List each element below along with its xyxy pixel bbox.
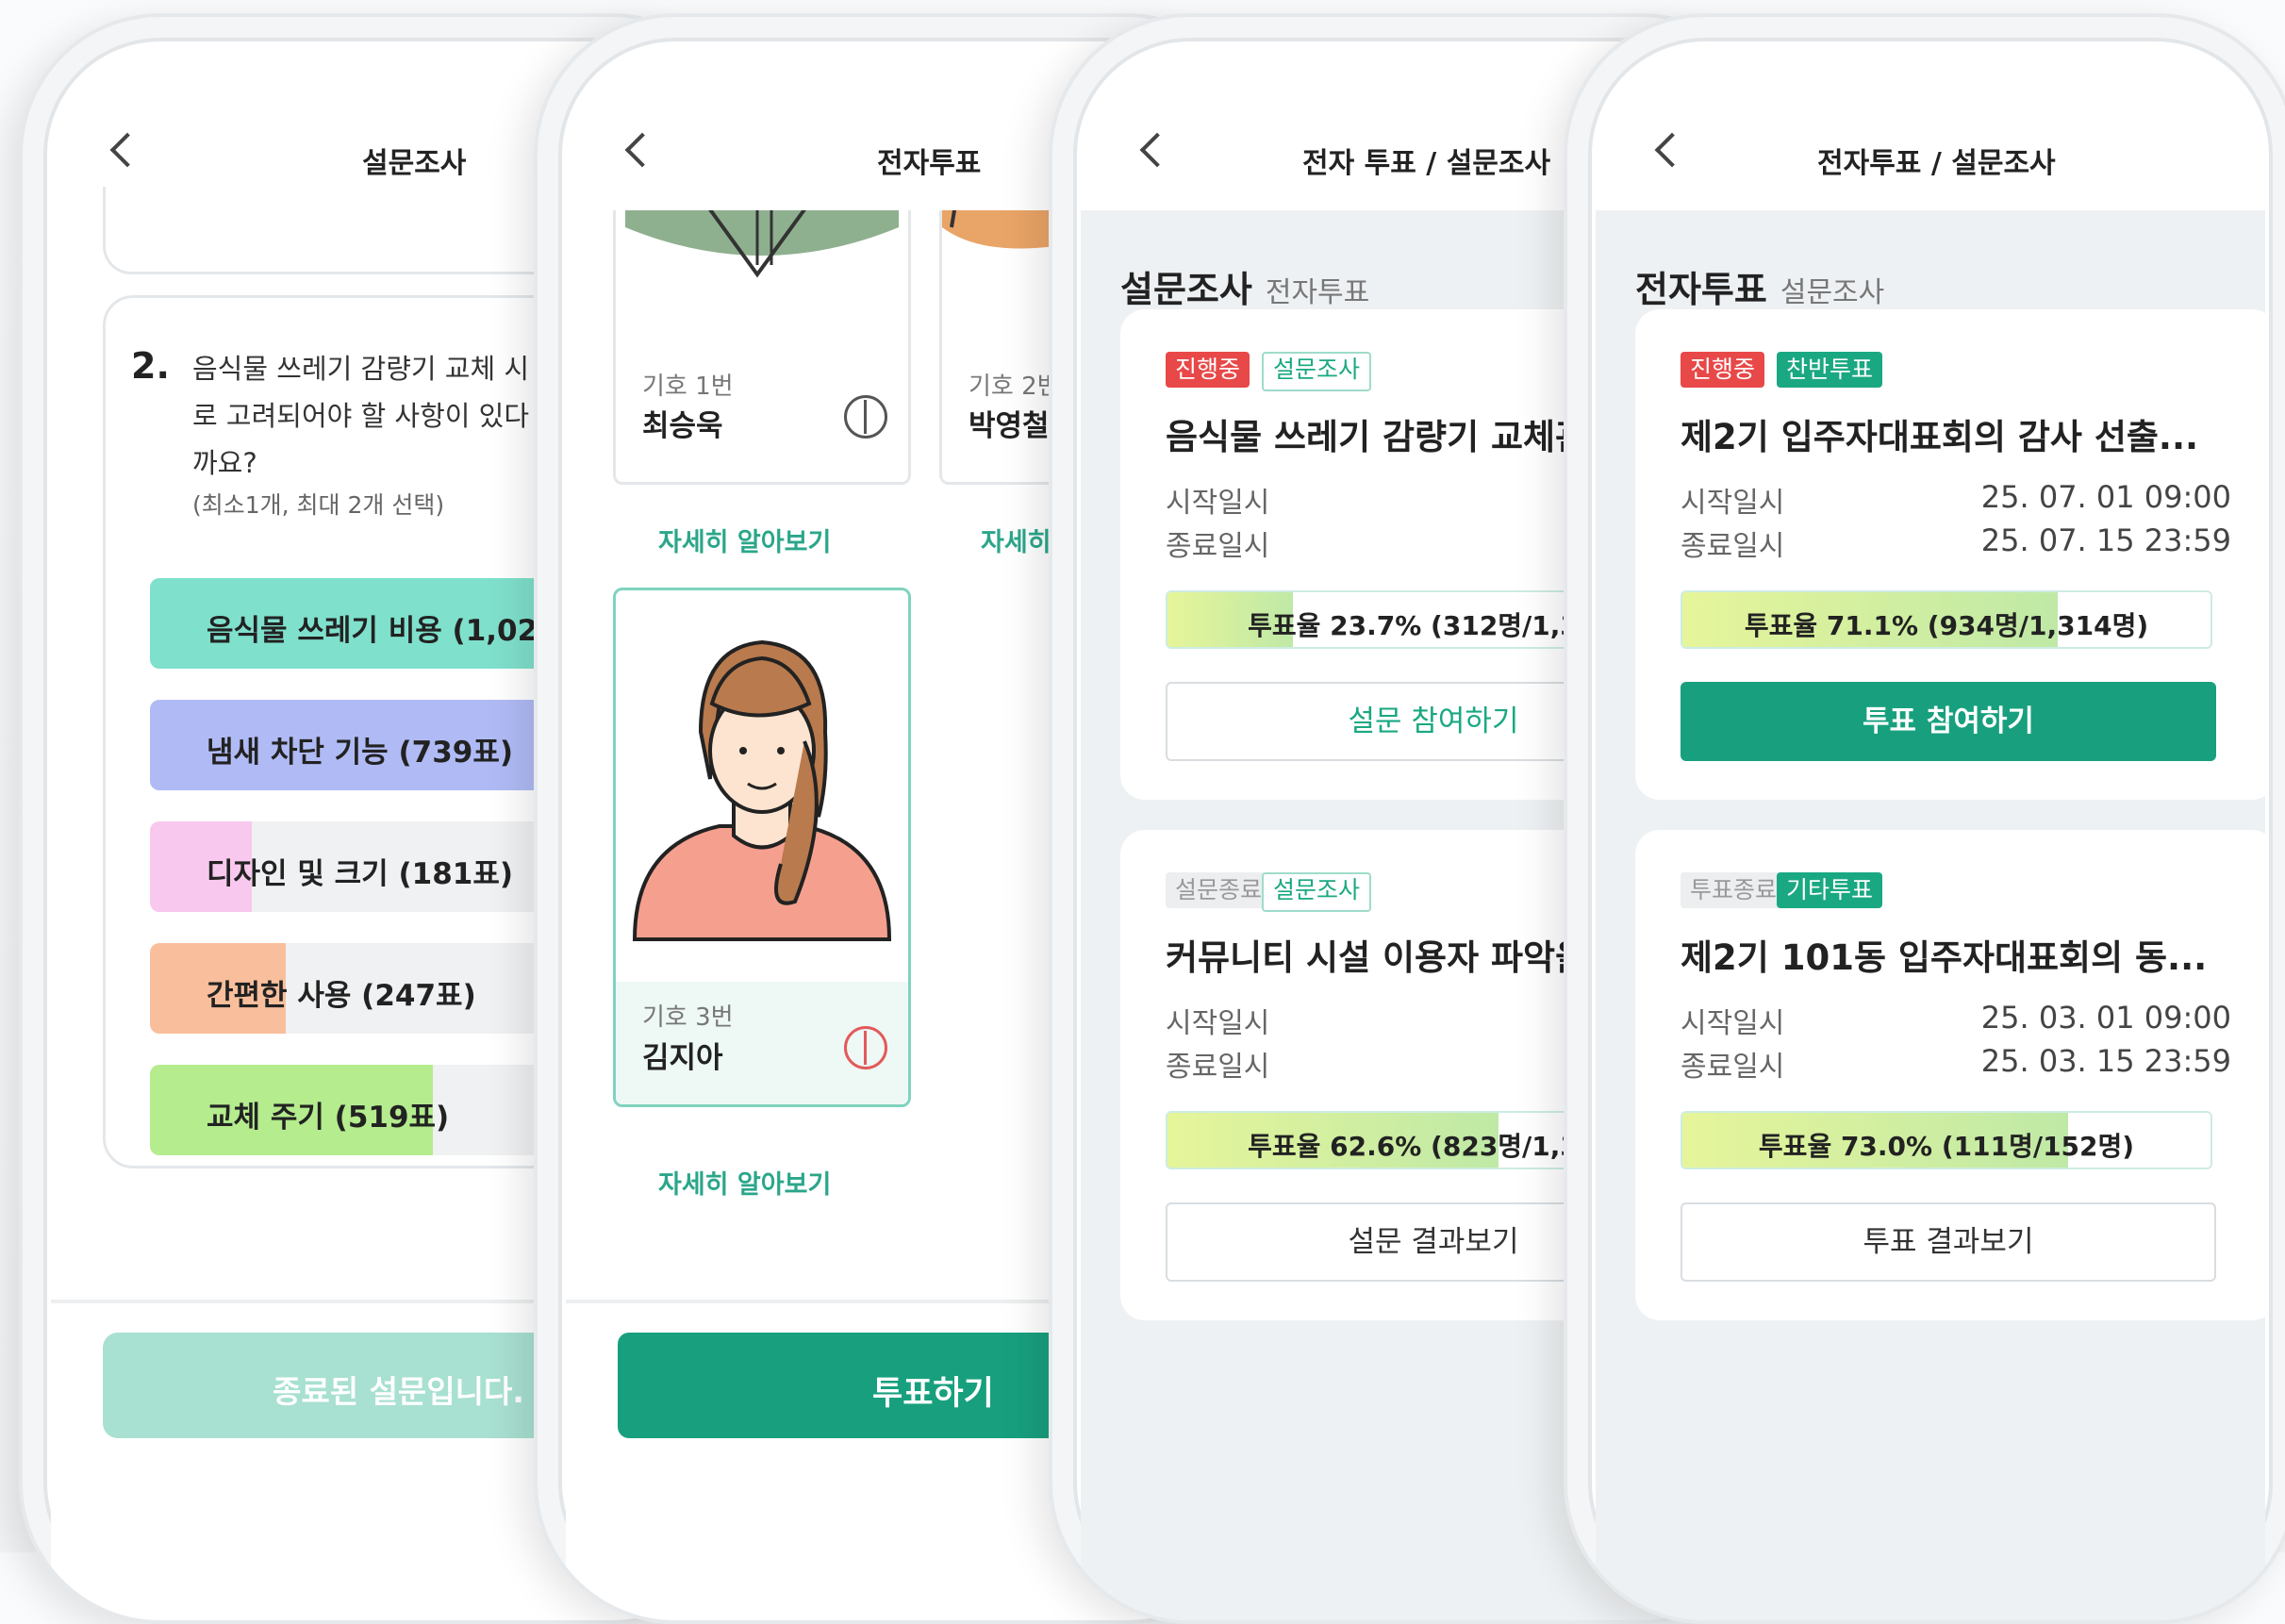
status-badge: 설문종료	[1166, 872, 1272, 908]
start-label: 시작일시	[1681, 1007, 1785, 1040]
end-label: 종료일시	[1681, 530, 1785, 563]
option-label: 디자인 및 크기 (181표)	[207, 857, 514, 891]
start-label: 시작일시	[1166, 1007, 1270, 1040]
learn-more-link[interactable]: 자세히	[981, 522, 1051, 558]
chevron-left-icon[interactable]	[109, 132, 145, 168]
action-button[interactable]: 투표 참여하기	[1681, 682, 2216, 761]
candidate-number: 기호 2번	[969, 373, 1060, 401]
poll-card[interactable]: 진행중 찬반투표제2기 입주자대표회의 감사 선출... 시작일시 25. 07. 0…	[1635, 309, 2265, 800]
end-label: 종료일시	[1166, 530, 1270, 563]
type-badge: 기타투표	[1777, 872, 1883, 908]
start-label: 시작일시	[1166, 487, 1270, 520]
chevron-left-icon[interactable]	[1654, 132, 1690, 168]
end-label: 종료일시	[1166, 1051, 1270, 1084]
tab-survey[interactable]: 설문조사	[1120, 269, 1252, 310]
candidate-number: 기호 1번	[642, 373, 734, 401]
nav-bar: 전자투표 / 설문조사	[1596, 45, 2265, 210]
question-text: 음식물 쓰레기 감량기 교체 시	[192, 353, 530, 385]
turnout-bar: 투표율 73.0% (111명/152명)	[1681, 1111, 2212, 1169]
question-text: 로 고려되어야 할 사항이 있다	[192, 400, 530, 432]
candidate-portrait	[632, 639, 892, 941]
button-label: 투표하기	[872, 1375, 994, 1413]
chevron-left-icon[interactable]	[1139, 132, 1175, 168]
poll-title: 제2기 101동 입주자대표회의 동...	[1681, 937, 2208, 978]
option-label: 냄새 차단 기능 (739표)	[207, 736, 514, 770]
poll-title: 제2기 입주자대표회의 감사 선출...	[1681, 417, 2199, 457]
start-label: 시작일시	[1681, 487, 1785, 520]
tab-e-vote[interactable]: 전자투표	[1266, 276, 1369, 309]
page-title: 전자투표 / 설문조사	[1817, 147, 2056, 180]
learn-more-link[interactable]: 자세히 알아보기	[658, 522, 831, 558]
type-badge: 찬반투표	[1777, 352, 1883, 388]
candidate-card[interactable]: 기호 1번 최승욱	[613, 168, 911, 485]
learn-more-link[interactable]: 자세히 알아보기	[658, 1164, 831, 1201]
end-label: 종료일시	[1681, 1051, 1785, 1084]
tab-survey[interactable]: 설문조사	[1780, 276, 1884, 309]
status-badge: 투표종료	[1681, 872, 1787, 908]
action-button[interactable]: 투표 결과보기	[1681, 1202, 2216, 1282]
candidate-name: 최승욱	[642, 409, 723, 443]
end-date: 25. 03. 15 23:59	[1980, 1043, 2231, 1079]
turnout-bar: 투표율 71.1% (934명/1,314명)	[1681, 590, 2212, 649]
question-hint: (최소1개, 최대 2개 선택)	[192, 491, 445, 519]
turnout-text: 투표율 71.1% (934명/1,314명)	[1744, 610, 2149, 641]
poll-title: 커뮤니티 시설 이용자 파악을	[1166, 937, 1588, 978]
candidate-name: 김지아	[642, 1041, 723, 1075]
start-date: 25. 07. 01 09:00	[1980, 479, 2231, 515]
option-label: 간편한 사용 (247표)	[207, 979, 476, 1013]
question-number: 2.	[131, 345, 170, 387]
tab-e-vote[interactable]: 전자투표	[1635, 269, 1767, 310]
vote-stamp-icon	[844, 395, 887, 439]
end-date: 25. 07. 15 23:59	[1980, 522, 2231, 558]
start-date: 25. 03. 01 09:00	[1980, 1000, 2231, 1036]
chevron-left-icon[interactable]	[624, 132, 660, 168]
candidate-name: 박영철	[969, 409, 1050, 443]
section-header: 전자투표 설문조사	[1635, 260, 1884, 312]
phone-vote-list: 전자투표 / 설문조사 전자투표 설문조사 진행중 찬반투표제2기 입주자대표회의 …	[1564, 13, 2285, 1624]
page-title: 전자투표	[877, 147, 982, 180]
option-label: 교체 주기 (519표)	[207, 1101, 450, 1135]
poll-card[interactable]: 투표종료 기타투표제2기 101동 입주자대표회의 동... 시작일시 25. 03.…	[1635, 830, 2265, 1320]
vote-stamp-icon	[844, 1026, 887, 1069]
candidate-card-selected[interactable]: 기호 3번 김지아	[613, 588, 911, 1107]
section-header: 설문조사 전자투표	[1120, 260, 1369, 312]
turnout-text: 투표율 73.0% (111명/152명)	[1758, 1131, 2135, 1162]
candidate-number: 기호 3번	[642, 1003, 734, 1032]
vote-list-screen: 전자투표 / 설문조사 전자투표 설문조사 진행중 찬반투표제2기 입주자대표회의 …	[1596, 45, 2265, 1620]
poll-title: 음식물 쓰레기 감량기 교체관	[1166, 417, 1588, 457]
type-badge: 설문조사	[1262, 872, 1372, 912]
status-badge: 진행중	[1166, 352, 1250, 388]
page-title: 설문조사	[362, 147, 467, 180]
button-label: 종료된 설문입니다.	[273, 1373, 524, 1410]
page-title: 전자 투표 / 설문조사	[1302, 147, 1551, 180]
type-badge: 설문조사	[1262, 352, 1372, 391]
question-text: 까요?	[192, 447, 257, 479]
status-badge: 진행중	[1681, 352, 1765, 388]
option-label: 음식물 쓰레기 비용 (1,028표	[207, 614, 586, 648]
